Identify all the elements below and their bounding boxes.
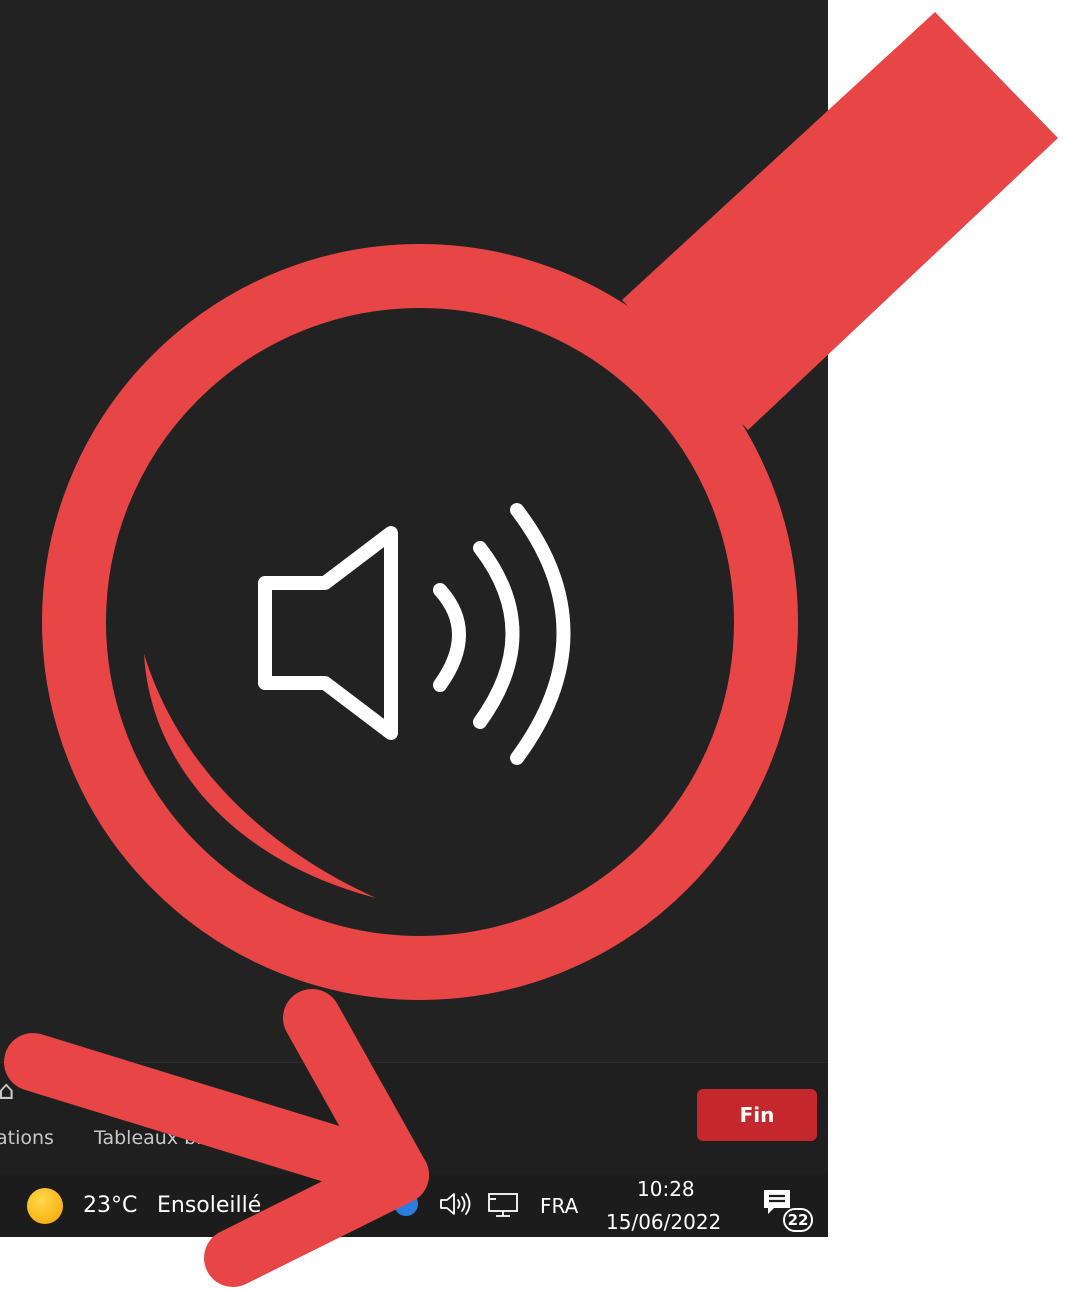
clock-date[interactable]: 15/06/2022 xyxy=(606,1210,721,1234)
sun-icon[interactable] xyxy=(27,1188,63,1224)
tab-activity[interactable]: ations xyxy=(0,1127,54,1149)
input-language[interactable]: FRA xyxy=(540,1194,578,1218)
screenshot-panel xyxy=(0,0,828,1237)
app-tray-icon[interactable] xyxy=(394,1192,418,1216)
end-call-button[interactable]: Fin xyxy=(697,1089,817,1141)
bell-icon[interactable]: ⌂ xyxy=(0,1078,15,1104)
volume-icon[interactable] xyxy=(438,1191,472,1217)
page: ⌂ ▭ ations Tableaux bla Fin 23°C Ensolei… xyxy=(0,0,1065,1290)
clock-time[interactable]: 10:28 xyxy=(637,1177,695,1201)
network-icon[interactable] xyxy=(486,1191,520,1219)
notification-count-badge: 22 xyxy=(783,1208,813,1232)
weather-description[interactable]: Ensoleillé xyxy=(157,1193,261,1218)
tab-whiteboards[interactable]: Tableaux bla xyxy=(94,1127,213,1149)
whiteboard-icon[interactable]: ▭ xyxy=(176,1078,201,1104)
weather-temperature[interactable]: 23°C xyxy=(83,1193,137,1218)
